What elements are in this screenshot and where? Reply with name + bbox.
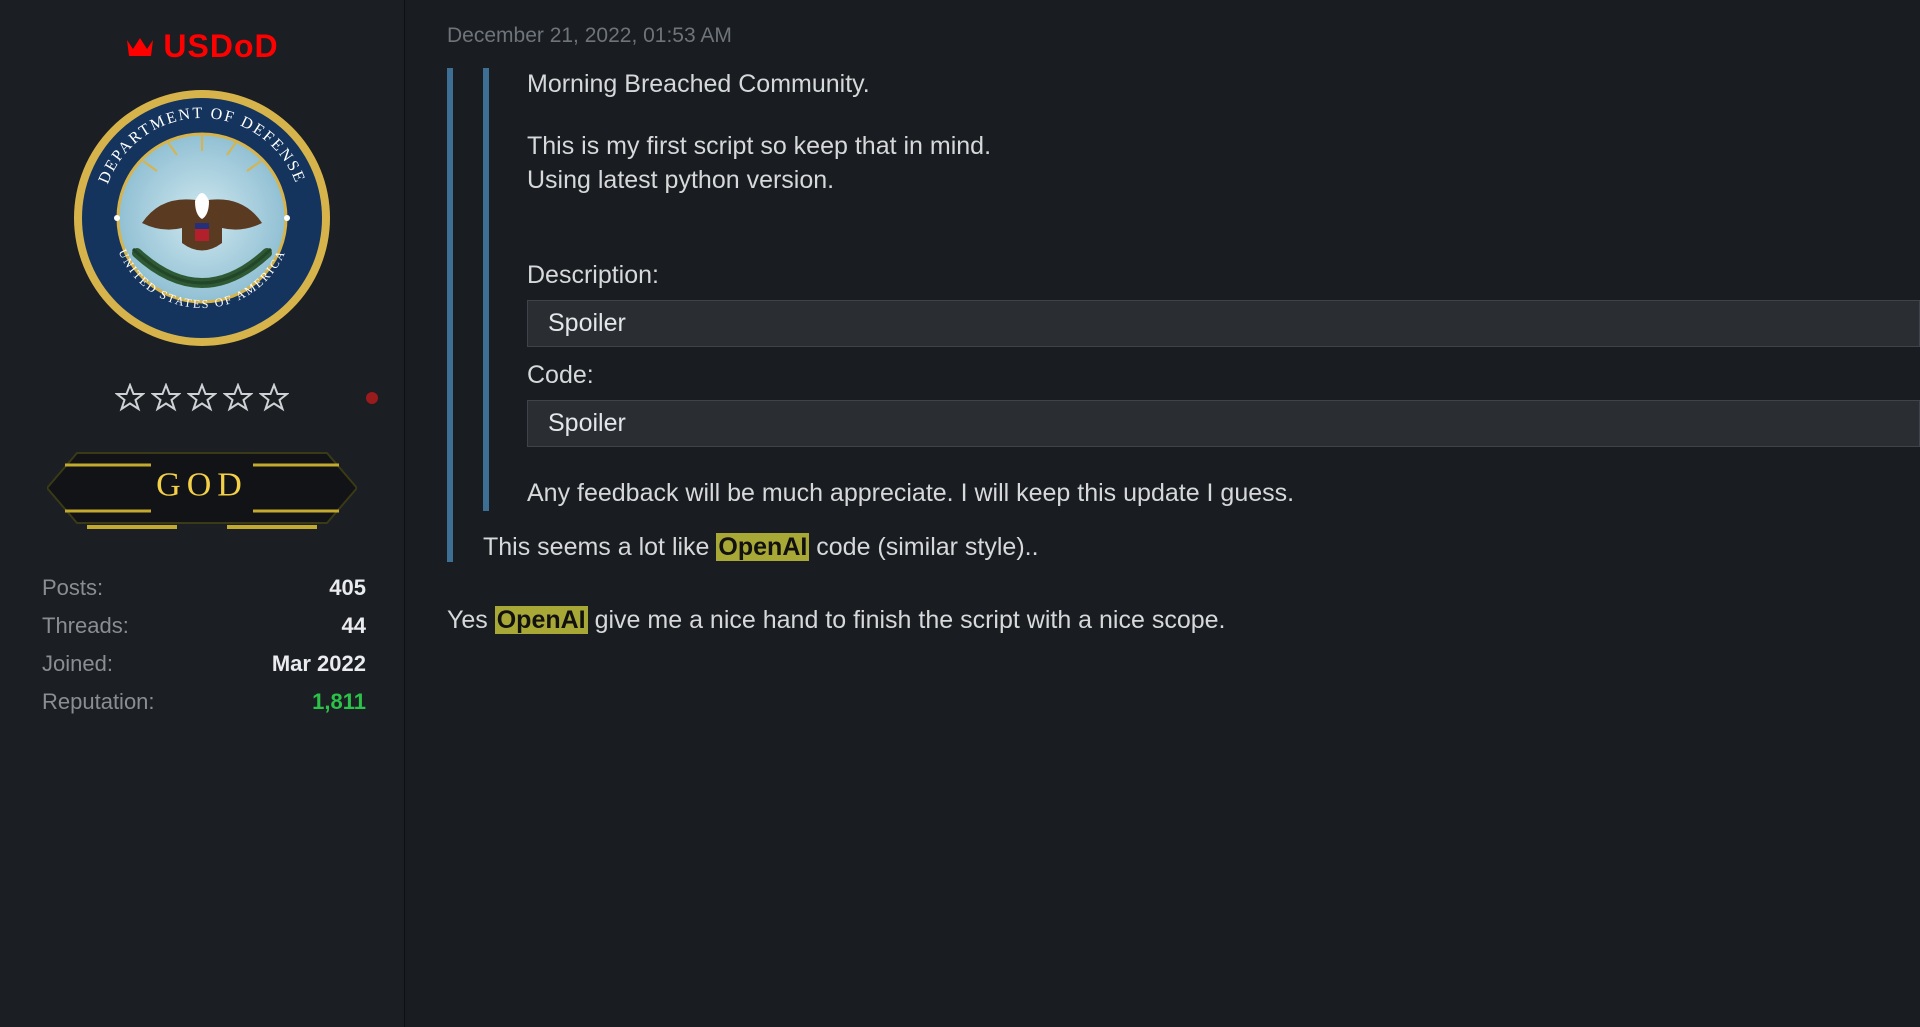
rating-stars [0, 383, 404, 413]
spoiler-toggle-description[interactable]: Spoiler [527, 300, 1920, 347]
stat-value: 405 [329, 575, 366, 601]
user-card: USDoD [0, 0, 405, 1027]
quote-block-outer: Morning Breached Community. This is my f… [447, 68, 1920, 562]
star-icon [223, 383, 253, 413]
author-reply: Yes OpenAI give me a nice hand to finish… [447, 606, 1920, 635]
stat-value-reputation[interactable]: 1,811 [312, 689, 366, 715]
stat-label: Posts: [42, 575, 103, 601]
outer-quote-reply: This seems a lot like OpenAI code (simil… [483, 533, 1920, 562]
stat-value: 44 [342, 613, 366, 639]
stat-value: Mar 2022 [272, 651, 366, 677]
section-label-code: Code: [527, 361, 1920, 390]
stat-row-joined: Joined: Mar 2022 [42, 645, 366, 683]
username-link[interactable]: USDoD [163, 28, 278, 65]
stat-label: Joined: [42, 651, 113, 677]
rank-label: GOD [0, 467, 404, 505]
quote-line: Morning Breached Community. [527, 68, 1920, 102]
post-body: December 21, 2022, 01:53 AM Morning Brea… [405, 0, 1920, 1027]
stat-row-threads: Threads: 44 [42, 607, 366, 645]
spoiler-toggle-code[interactable]: Spoiler [527, 400, 1920, 447]
star-icon [187, 383, 217, 413]
post-timestamp: December 21, 2022, 01:53 AM [447, 24, 1920, 48]
quote-line: Any feedback will be much appreciate. I … [527, 477, 1920, 511]
star-icon [259, 383, 289, 413]
star-icon [115, 383, 145, 413]
highlight-term: OpenAI [716, 533, 809, 561]
stat-row-reputation: Reputation: 1,811 [42, 683, 366, 721]
rank-badge: GOD [0, 443, 404, 533]
username-row: USDoD [0, 28, 404, 65]
section-label-description: Description: [527, 261, 1920, 290]
user-stats: Posts: 405 Threads: 44 Joined: Mar 2022 … [0, 569, 404, 721]
quote-line: Using latest python version. [527, 164, 1920, 198]
quote-block-inner: Morning Breached Community. This is my f… [483, 68, 1920, 511]
stat-row-posts: Posts: 405 [42, 569, 366, 607]
avatar[interactable]: DEPARTMENT OF DEFENSE UNITED STATES OF A… [0, 83, 404, 353]
highlight-term: OpenAI [495, 606, 588, 634]
star-icon [151, 383, 181, 413]
stat-label: Reputation: [42, 689, 155, 715]
stat-label: Threads: [42, 613, 129, 639]
crown-icon [125, 34, 155, 60]
online-status-dot [366, 392, 378, 404]
quote-line: This is my first script so keep that in … [527, 130, 1920, 164]
